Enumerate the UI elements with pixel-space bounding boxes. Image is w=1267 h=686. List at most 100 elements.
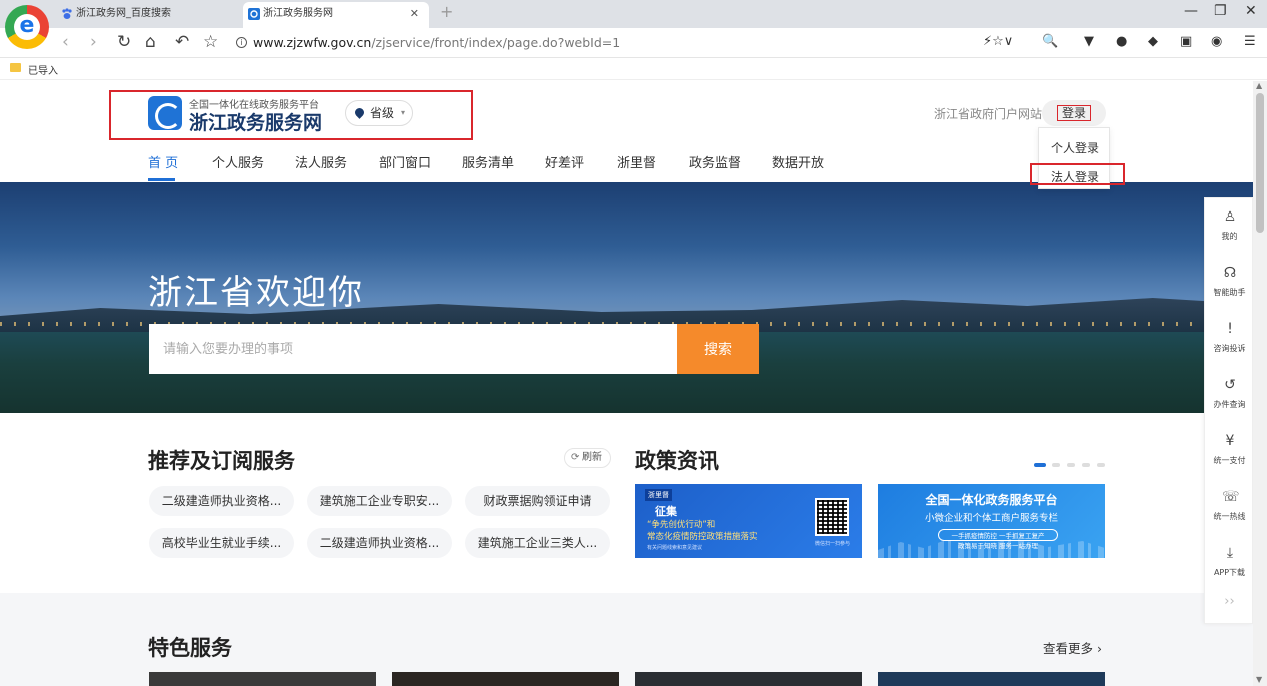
nav-open-data[interactable]: 数据开放 (772, 152, 824, 171)
region-selector[interactable]: 省级 ▾ (345, 100, 413, 126)
nav-active-indicator (148, 178, 175, 181)
special-service-card[interactable] (392, 672, 619, 686)
zjzwfw-logo-icon[interactable] (148, 96, 182, 130)
forward-button[interactable]: › (90, 32, 97, 52)
hero-title: 浙江省欢迎你 (148, 273, 364, 313)
sidebar-item-complaint[interactable]: ! 咨询投诉 (1205, 314, 1253, 370)
nav-personal-services[interactable]: 个人服务 (212, 152, 264, 171)
personal-login-item[interactable]: 个人登录 (1039, 139, 1111, 156)
bookmarks-bar: 已导入 (0, 58, 1267, 80)
bookmark-star-button[interactable]: ☆ (203, 32, 218, 52)
recommend-item[interactable]: 二级建造师执业资格... (149, 486, 294, 516)
recommend-item[interactable]: 二级建造师执业资格... (307, 528, 452, 558)
special-service-card[interactable] (878, 672, 1105, 686)
login-button[interactable]: 登录 (1042, 100, 1106, 126)
chevron-down-icon: ▾ (400, 108, 405, 117)
policy-banner-smb[interactable]: 全国一体化政务服务平台 小微企业和个体工商户服务专栏 一手抓疫情防控 一手抓复工… (878, 484, 1105, 558)
search-icon[interactable]: 🔍 (1042, 34, 1058, 49)
recommend-item[interactable]: 财政票据购领证申请 (465, 486, 610, 516)
undo-button[interactable]: ↶ (175, 32, 189, 52)
view-more-link[interactable]: 查看更多 › (1043, 638, 1102, 657)
nav-ratings[interactable]: 好差评 (545, 152, 584, 171)
carousel-dot[interactable] (1067, 463, 1075, 467)
recommend-item[interactable]: 高校毕业生就业手续... (149, 528, 294, 558)
tab-close-icon[interactable]: ✕ (410, 2, 419, 26)
home-button[interactable]: ⌂ (145, 32, 156, 52)
sidebar-item-payment[interactable]: ¥ 统一支付 (1205, 426, 1253, 482)
carousel-dot[interactable] (1082, 463, 1090, 467)
search-button[interactable]: 搜索 (677, 324, 759, 374)
banner-headline: 征集 (655, 505, 677, 518)
floating-sidebar: ♙ 我的 ☊ 智能助手 ! 咨询投诉 ↺ 办件查询 ¥ 统一支付 ☏ 统一热线 … (1204, 197, 1253, 624)
sidebar-collapse-icon[interactable]: ›› (1205, 594, 1253, 609)
site-favicon-icon (248, 8, 260, 20)
recommend-item[interactable]: 建筑施工企业三类人... (465, 528, 610, 558)
site-info-icon[interactable]: i (236, 37, 247, 48)
recommend-item[interactable]: 建筑施工企业专职安... (307, 486, 452, 516)
page-scrollbar[interactable]: ▲ ▼ (1253, 81, 1267, 686)
nav-home[interactable]: 首 页 (148, 152, 178, 171)
phone-icon: ☏ (1222, 489, 1240, 505)
nav-department-windows[interactable]: 部门窗口 (379, 152, 431, 171)
banner-line: 常态化疫情防控政策措施落实 (647, 532, 758, 542)
tab-baidu-search[interactable]: 浙江政务网_百度搜索 (56, 2, 242, 28)
menu-icon[interactable]: ☰ (1244, 34, 1256, 49)
banner-line: 有关问题线索和意见建议 (647, 545, 703, 551)
scroll-up-icon[interactable]: ▲ (1256, 81, 1262, 90)
location-pin-icon (353, 106, 366, 119)
sidebar-label: 统一支付 (1213, 456, 1246, 465)
policy-title: 政策资讯 (635, 449, 719, 473)
dropdown-extension-icon[interactable]: ▼ (1084, 34, 1094, 49)
sidebar-item-app-download[interactable]: ⤓ APP下载 (1205, 538, 1253, 594)
back-button[interactable]: ‹ (62, 32, 69, 52)
browser-tab-bar: e 浙江政务网_百度搜索 浙江政务服务网 ✕ + — ❐ ✕ (0, 0, 1267, 49)
refresh-button[interactable]: 刷新 (564, 448, 611, 468)
url-field[interactable]: www.zjzwfw.gov.cn/zjservice/front/index/… (253, 35, 620, 50)
corporate-login-highlight-box (1030, 163, 1125, 185)
qr-code-icon (815, 498, 849, 536)
download-icon: ⤓ (1226, 545, 1234, 561)
shield-icon: ! (1227, 321, 1233, 337)
carousel-dot[interactable] (1097, 463, 1105, 467)
carousel-dot[interactable] (1052, 463, 1060, 467)
scroll-down-icon[interactable]: ▼ (1256, 675, 1262, 684)
sidebar-label: APP下载 (1213, 568, 1246, 577)
square-extension-icon[interactable]: ▣ (1180, 34, 1192, 49)
service-search-input[interactable] (149, 324, 677, 374)
sidebar-item-assistant[interactable]: ☊ 智能助手 (1205, 258, 1253, 314)
policy-banner-zhelidu[interactable]: 浙里督 征集 “争先创优行动”和 常态化疫情防控政策措施落实 有关问题线索和意见… (635, 484, 862, 558)
close-window-button[interactable]: ✕ (1245, 3, 1257, 19)
login-label: 登录 (1056, 105, 1091, 121)
scroll-thumb[interactable] (1256, 93, 1264, 233)
mask-extension-icon[interactable]: ◉ (1211, 34, 1222, 49)
special-service-card[interactable] (149, 672, 376, 686)
sidebar-item-mine[interactable]: ♙ 我的 (1205, 202, 1253, 258)
brand-name[interactable]: 浙江政务服务网 (189, 108, 322, 135)
maximize-button[interactable]: ❐ (1214, 3, 1227, 19)
special-service-card[interactable] (635, 672, 862, 686)
user-icon: ♙ (1223, 209, 1237, 225)
diamond-extension-icon[interactable]: ◆ (1148, 34, 1158, 49)
sidebar-item-case-query[interactable]: ↺ 办件查询 (1205, 370, 1253, 426)
nav-zheli-du[interactable]: 浙里督 (617, 152, 656, 171)
sidebar-label: 咨询投诉 (1213, 344, 1246, 353)
circle-extension-icon[interactable]: ● (1116, 34, 1127, 49)
tab-zjzwfw[interactable]: 浙江政务服务网 ✕ (243, 2, 429, 28)
minimize-button[interactable]: — (1184, 3, 1198, 19)
browser-logo-icon: e (5, 5, 49, 49)
nav-corporate-services[interactable]: 法人服务 (295, 152, 347, 171)
extension-tools-icon[interactable]: ⚡☆∨ (983, 34, 1013, 49)
sidebar-item-hotline[interactable]: ☏ 统一热线 (1205, 482, 1253, 538)
reload-button[interactable]: ↻ (117, 32, 131, 52)
paw-icon (62, 8, 72, 19)
bookmark-folder-imported[interactable]: 已导入 (28, 62, 58, 77)
new-tab-button[interactable]: + (440, 2, 453, 21)
nav-service-list[interactable]: 服务清单 (462, 152, 514, 171)
nav-supervision[interactable]: 政务监督 (689, 152, 741, 171)
recommend-title: 推荐及订阅服务 (148, 449, 295, 473)
hero-banner: 浙江省欢迎你 搜索 (0, 182, 1253, 413)
special-services-title: 特色服务 (148, 636, 232, 660)
gov-portal-link[interactable]: 浙江省政府门户网站 (934, 105, 1042, 122)
sidebar-label: 统一热线 (1213, 512, 1246, 521)
carousel-dot[interactable] (1034, 463, 1046, 467)
